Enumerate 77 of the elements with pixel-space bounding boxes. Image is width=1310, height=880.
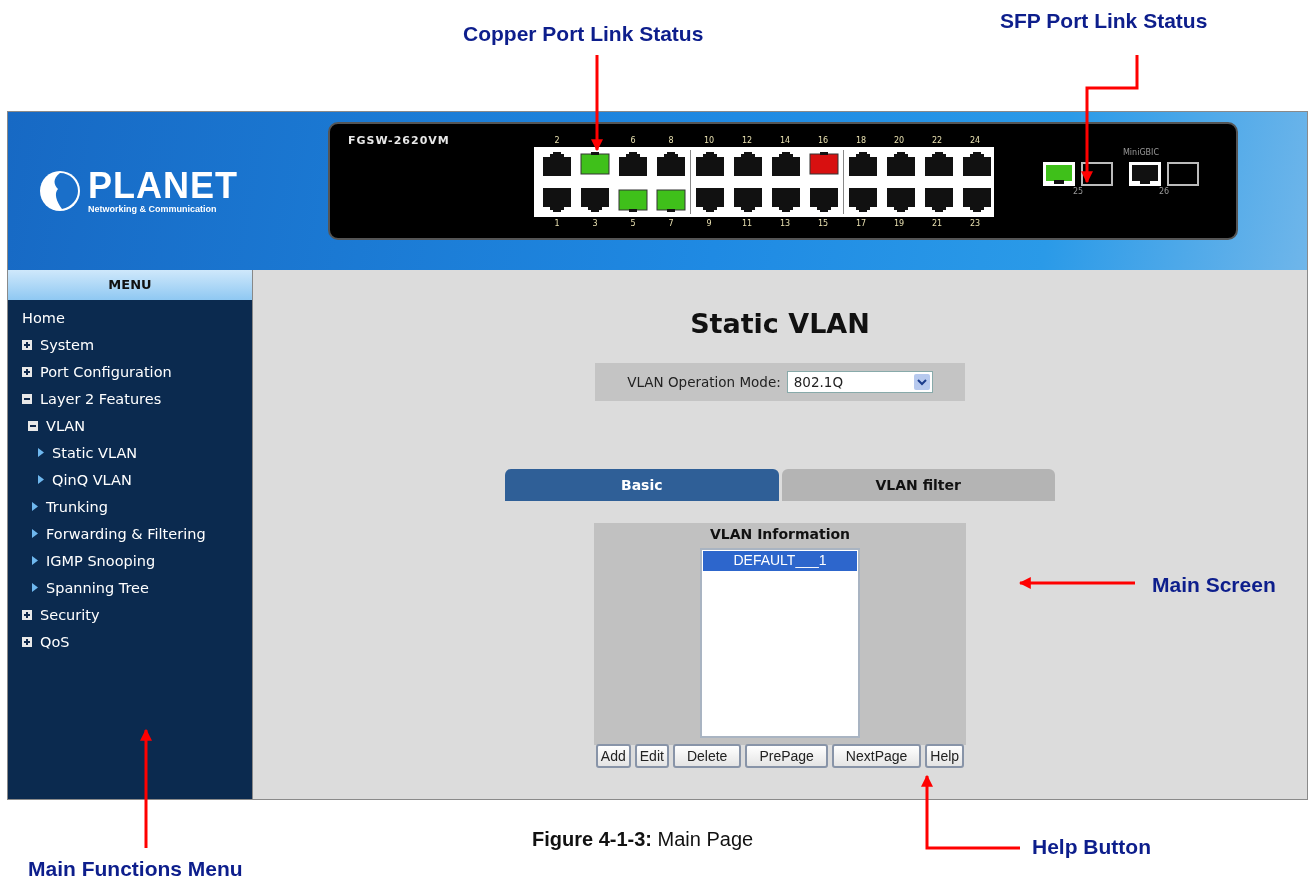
collapse-icon[interactable]	[28, 420, 38, 431]
port-number: 19	[893, 219, 905, 228]
menu-item[interactable]: Spanning Tree	[46, 579, 149, 596]
expand-icon[interactable]	[22, 366, 32, 377]
figure-caption: Figure 4-1-3: Main Page	[532, 828, 754, 851]
port-number: 2	[554, 136, 560, 145]
action-button[interactable]: PrePage	[745, 744, 828, 768]
port-number: 5	[630, 219, 636, 228]
panel-title: VLAN Information	[709, 526, 851, 542]
action-button[interactable]: Edit	[634, 744, 669, 768]
port-number: 15	[817, 219, 829, 228]
menu-item[interactable]: Forwarding & Filtering	[46, 525, 206, 542]
menu-item[interactable]: Layer 2 Features	[40, 390, 162, 407]
globe-logo-icon	[38, 169, 82, 213]
action-button[interactable]: Delete	[672, 744, 742, 768]
port-number: 17	[855, 219, 867, 228]
port-number: 22	[931, 136, 943, 145]
port-number: 20	[893, 136, 905, 145]
port-number: 18	[855, 136, 867, 145]
callout-label: Help Button	[1032, 835, 1151, 859]
action-button[interactable]: NextPage	[831, 744, 922, 768]
callout-label: Copper Port Link Status	[463, 22, 704, 46]
triangle-icon	[32, 529, 38, 538]
action-button[interactable]: Add	[595, 744, 631, 768]
vlan-listbox[interactable]: DEFAULT___1	[700, 548, 860, 738]
port-number: 1	[554, 219, 560, 228]
port-number: 23	[969, 219, 981, 228]
sfp-group-label: MiniGBIC	[1122, 148, 1160, 157]
port-number: 6	[630, 136, 636, 145]
menu-item[interactable]: IGMP Snooping	[46, 552, 156, 569]
brand-logo-text: PLANET	[88, 168, 238, 204]
menu-item[interactable]: Static VLAN	[52, 444, 138, 461]
port-number: 9	[706, 219, 712, 228]
port-number: 24	[969, 136, 981, 145]
menu-item[interactable]: QinQ VLAN	[52, 471, 132, 488]
menu-item[interactable]: QoS	[40, 633, 70, 650]
expand-icon[interactable]	[22, 339, 32, 350]
callout-label: Main Functions Menu	[28, 857, 243, 880]
menu-header: MENU	[8, 270, 252, 300]
menu-item[interactable]: Trunking	[46, 498, 108, 515]
port-number: 8	[668, 136, 674, 145]
triangle-icon	[38, 475, 44, 484]
list-option[interactable]: DEFAULT___1	[703, 551, 857, 571]
tab[interactable]: VLAN filter	[781, 469, 1055, 501]
callout-label: SFP Port Link Status	[1000, 9, 1208, 33]
port-number: 21	[931, 219, 943, 228]
logo-tagline: Networking & Communication	[88, 204, 218, 214]
callout-label: Main Screen	[1152, 573, 1276, 597]
port-number: 13	[779, 219, 791, 228]
collapse-icon[interactable]	[22, 393, 32, 404]
action-button[interactable]: Help	[925, 744, 965, 768]
model-name: FGSW-2620VM	[348, 134, 451, 149]
port-number: 7	[668, 219, 674, 228]
mode-dropdown[interactable]: 802.1Q	[786, 371, 933, 393]
tab[interactable]: Basic	[505, 469, 779, 501]
port-number: 25	[1072, 187, 1084, 196]
triangle-icon	[32, 556, 38, 565]
menu-item[interactable]: Home	[22, 309, 65, 326]
triangle-icon	[32, 502, 38, 511]
port-number: 10	[703, 136, 715, 145]
menu-item[interactable]: System	[40, 336, 95, 353]
expand-icon[interactable]	[22, 636, 32, 647]
page-title: Static VLAN	[690, 308, 870, 339]
triangle-icon	[32, 583, 38, 592]
port-number: 16	[817, 136, 829, 145]
port-number: 11	[741, 219, 753, 228]
port-number: 12	[741, 136, 753, 145]
triangle-icon	[38, 448, 44, 457]
menu-item[interactable]: VLAN	[46, 417, 86, 434]
port-number: 26	[1158, 187, 1170, 196]
menu-item[interactable]: Security	[40, 606, 100, 623]
expand-icon[interactable]	[22, 609, 32, 620]
menu-item[interactable]: Port Configuration	[40, 363, 172, 380]
port-number: 14	[779, 136, 791, 145]
port-number: 3	[592, 219, 598, 228]
field-label: VLAN Operation Mode:	[627, 374, 781, 390]
chevron-down-icon	[913, 374, 930, 390]
